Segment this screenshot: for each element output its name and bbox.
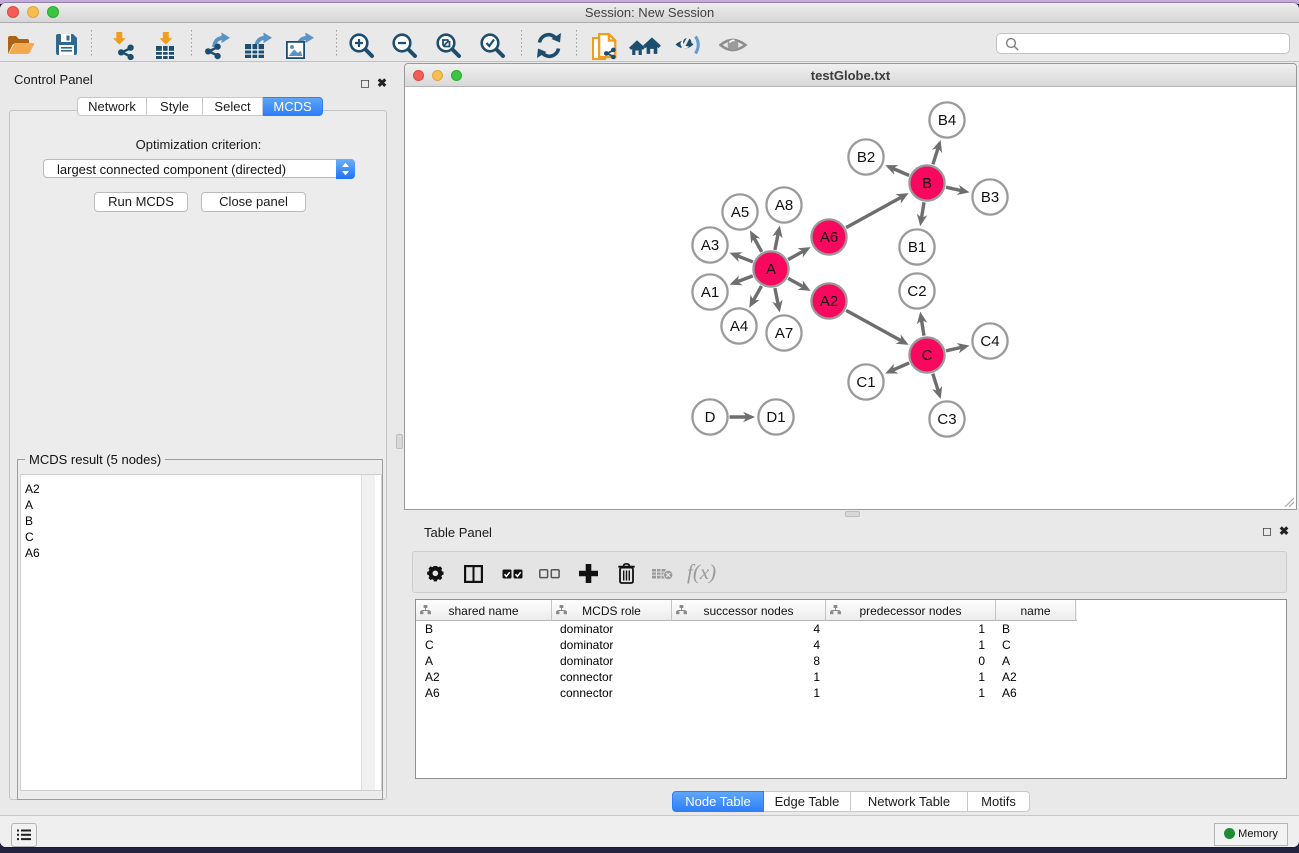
svg-text:B3: B3 <box>981 189 999 206</box>
svg-text:A3: A3 <box>701 237 719 254</box>
svg-text:A2: A2 <box>820 293 838 310</box>
svg-text:A5: A5 <box>731 204 749 221</box>
svg-text:A6: A6 <box>820 229 838 246</box>
svg-text:A8: A8 <box>775 197 793 214</box>
svg-text:A4: A4 <box>730 318 748 335</box>
svg-text:B1: B1 <box>908 239 926 256</box>
svg-text:C2: C2 <box>907 283 926 300</box>
svg-text:A: A <box>766 261 776 278</box>
svg-text:A1: A1 <box>701 284 719 301</box>
svg-text:D: D <box>705 409 716 426</box>
svg-text:D1: D1 <box>766 409 785 426</box>
svg-text:B2: B2 <box>857 149 875 166</box>
svg-text:C3: C3 <box>937 411 956 428</box>
svg-text:C4: C4 <box>980 333 999 350</box>
svg-text:C: C <box>922 347 933 364</box>
svg-text:B4: B4 <box>938 112 956 129</box>
svg-text:B: B <box>922 175 932 192</box>
svg-text:C1: C1 <box>856 374 875 391</box>
svg-text:A7: A7 <box>775 325 793 342</box>
